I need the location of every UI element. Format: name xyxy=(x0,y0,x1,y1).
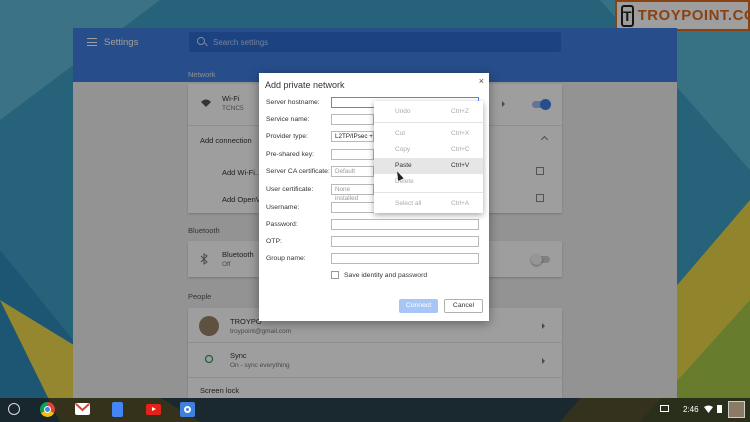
menu-separator xyxy=(374,192,483,193)
pre-shared-key-field[interactable] xyxy=(331,149,374,160)
settings-icon[interactable] xyxy=(180,402,195,417)
menu-item-shortcut: Ctrl+C xyxy=(451,146,470,153)
menu-item-select-all[interactable]: Select all Ctrl+A xyxy=(374,196,483,212)
server-hostname-label: Server hostname: xyxy=(266,99,320,106)
menu-item-shortcut: Ctrl+A xyxy=(451,200,470,207)
menu-item-shortcut: Ctrl+V xyxy=(451,162,470,169)
wifi-status-icon[interactable] xyxy=(704,405,713,413)
menu-item-copy[interactable]: Copy Ctrl+C xyxy=(374,142,483,158)
otp-field[interactable] xyxy=(331,236,479,247)
menu-item-label: Undo xyxy=(395,108,411,115)
menu-item-undo[interactable]: Undo Ctrl+Z xyxy=(374,104,483,120)
password-field[interactable] xyxy=(331,219,479,230)
provider-type-select[interactable]: L2TP/IPsec + xyxy=(331,131,374,142)
menu-item-shortcut: Ctrl+X xyxy=(451,130,470,137)
clock[interactable]: 2:46 xyxy=(683,405,699,414)
user-cert-select[interactable]: None installed xyxy=(331,184,374,202)
youtube-icon[interactable] xyxy=(146,404,161,415)
connect-button[interactable]: Connect xyxy=(399,299,438,313)
docs-icon[interactable] xyxy=(112,402,123,417)
group-name-field[interactable] xyxy=(331,253,479,264)
save-identity-label: Save identity and password xyxy=(344,272,428,279)
cancel-button[interactable]: Cancel xyxy=(444,299,483,313)
menu-item-delete[interactable]: Delete xyxy=(374,174,483,190)
pre-shared-key-label: Pre-shared key: xyxy=(266,151,314,158)
menu-item-label: Cut xyxy=(395,130,406,137)
menu-item-shortcut: Ctrl+Z xyxy=(451,108,469,115)
menu-item-cut[interactable]: Cut Ctrl+X xyxy=(374,126,483,142)
menu-item-label: Paste xyxy=(395,162,412,169)
username-label: Username: xyxy=(266,204,300,211)
password-label: Password: xyxy=(266,221,298,228)
dialog-title: Add private network xyxy=(265,80,345,90)
save-identity-checkbox[interactable] xyxy=(331,271,339,279)
menu-item-label: Copy xyxy=(395,146,411,153)
close-icon[interactable]: × xyxy=(479,76,484,86)
server-ca-select[interactable]: Default xyxy=(331,166,374,177)
battery-icon[interactable] xyxy=(717,405,722,413)
user-avatar[interactable] xyxy=(728,401,745,418)
display-icon[interactable] xyxy=(660,405,669,412)
shelf: 2:46 xyxy=(0,398,750,422)
group-name-label: Group name: xyxy=(266,255,306,262)
provider-type-label: Provider type: xyxy=(266,133,308,140)
server-ca-label: Server CA certificate: xyxy=(266,168,330,175)
launcher-icon[interactable] xyxy=(8,403,20,415)
context-menu: Undo Ctrl+Z Cut Ctrl+X Copy Ctrl+C Paste… xyxy=(374,101,483,213)
otp-label: OTP: xyxy=(266,238,282,245)
menu-item-paste[interactable]: Paste Ctrl+V xyxy=(374,158,483,174)
service-name-label: Service name: xyxy=(266,116,310,123)
chrome-icon[interactable] xyxy=(40,402,55,417)
menu-item-label: Select all xyxy=(395,200,422,207)
gmail-icon[interactable] xyxy=(75,403,90,415)
user-cert-label: User certificate: xyxy=(266,186,314,193)
service-name-field[interactable] xyxy=(331,114,374,125)
menu-separator xyxy=(374,122,483,123)
